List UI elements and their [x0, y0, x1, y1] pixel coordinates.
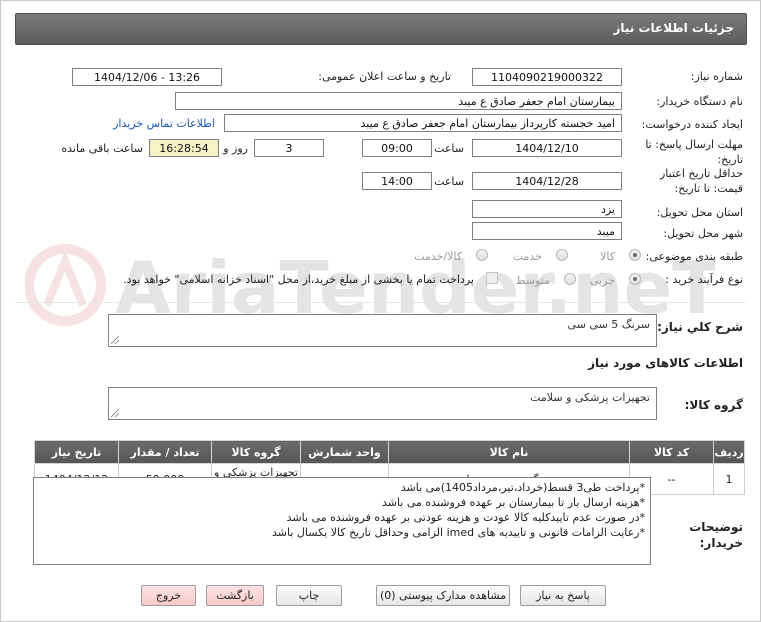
- announce-datetime-field: 1404/12/06 - 13:26: [72, 68, 222, 86]
- creator-field: امید خجسته کارپرداز بیمارستان امام جعفر …: [224, 114, 622, 132]
- announce-label: تاریخ و ساعت اعلان عمومی:: [318, 70, 451, 83]
- description-textarea[interactable]: سرنگ 5 سی سی: [108, 314, 657, 347]
- goods-group-label: گروه کالا:: [684, 398, 743, 412]
- goods-table-header-row: ردیف کد کالا نام کالا واحد شمارش گروه کا…: [34, 440, 745, 464]
- days-label: روز و: [223, 142, 248, 155]
- column-header-row-number: ردیف: [713, 440, 745, 464]
- days-field: 3: [254, 139, 324, 157]
- need-number-field: 1104090219000322: [472, 68, 622, 86]
- creator-label: ایجاد کننده درخواست:: [641, 118, 743, 131]
- city-label: شهر محل تحویل:: [663, 227, 743, 240]
- print-button[interactable]: چاپ: [276, 585, 342, 606]
- validity-date-field: 1404/12/28: [472, 172, 622, 190]
- process-radio-medium[interactable]: [564, 273, 576, 285]
- category-option-goods: کالا: [600, 250, 615, 263]
- treasury-payment-checkbox[interactable]: [486, 272, 498, 284]
- category-label: طبقه بندی موضوعی:: [645, 250, 743, 263]
- section-divider: [15, 302, 746, 303]
- need-number-label: شماره نیاز:: [690, 70, 743, 83]
- notes-label-line2: خریدار:: [699, 536, 743, 550]
- goods-group-textarea[interactable]: تجهیزات پزشکی و سلامت: [108, 387, 657, 420]
- deadline-label-line2: تاریخ:: [717, 153, 743, 166]
- notes-line: *هزینه ارسال بار تا بیمارستان بر عهده فر…: [381, 496, 645, 509]
- column-header-need-date: تاریخ نیاز: [34, 440, 119, 464]
- goods-group-text: تجهیزات پزشکی و سلامت: [530, 391, 650, 404]
- column-header-name: نام کالا: [388, 440, 630, 464]
- back-button[interactable]: بازگشت: [206, 585, 264, 606]
- description-text: سرنگ 5 سی سی: [567, 318, 650, 331]
- buyer-contact-link[interactable]: اطلاعات تماس خریدار: [113, 117, 215, 130]
- category-option-goods-service: کالا/خدمت: [414, 250, 462, 263]
- remaining-time-label: ساعت باقی مانده: [61, 142, 143, 155]
- category-radio-goods-service[interactable]: [476, 249, 488, 261]
- notes-line: *رعایت الزامات قانونی و تاییدیه های imed…: [272, 526, 645, 539]
- process-label: نوع فرآیند خرید :: [665, 273, 743, 286]
- column-header-quantity: تعداد / مقدار: [118, 440, 212, 464]
- description-label: شرح کلي نياز:: [657, 320, 743, 334]
- goods-info-title: اطلاعات کالاهای مورد نیاز: [588, 356, 743, 370]
- treasury-payment-note: پرداخت تمام یا بخشی از مبلغ خرید،از محل …: [123, 273, 474, 286]
- category-radio-service[interactable]: [556, 249, 568, 261]
- province-field: یزد: [472, 200, 622, 218]
- deadline-time-field: 09:00: [362, 139, 432, 157]
- process-option-medium: متوسط: [515, 274, 550, 287]
- validity-time-field: 14:00: [362, 172, 432, 190]
- category-option-service: خدمت: [512, 250, 542, 263]
- deadline-label-line1: مهلت ارسال پاسخ: تا: [645, 138, 743, 151]
- exit-button[interactable]: خروج: [141, 585, 196, 606]
- page-header: جزئیات اطلاعات نیاز: [15, 13, 747, 45]
- category-radio-goods[interactable]: [629, 249, 641, 261]
- deadline-date-field: 1404/12/10: [472, 139, 622, 157]
- buyer-notes-textarea[interactable]: *پرداخت طی3 قسط(خرداد،تیر،مرداد1405)می ب…: [33, 477, 651, 565]
- resize-grip-icon[interactable]: [111, 336, 119, 344]
- view-attachments-button[interactable]: مشاهده مدارک پیوستی (0): [376, 585, 510, 606]
- province-label: استان محل تحویل:: [656, 206, 743, 219]
- buyer-org-field: بیمارستان امام جعفر صادق ع میبد: [175, 92, 622, 110]
- reply-to-need-button[interactable]: پاسخ به نیاز: [520, 585, 606, 606]
- notes-line: *پرداخت طی3 قسط(خرداد،تیر،مرداد1405)می ب…: [400, 481, 645, 494]
- process-radio-minor[interactable]: [629, 273, 641, 285]
- city-field: میبد: [472, 222, 622, 240]
- validity-label-line1: حداقل تاریخ اعتبار: [659, 167, 743, 180]
- notes-line: *در صورت عدم تاییدکلیه کالا عودت و هزینه…: [286, 511, 645, 524]
- column-header-group: گروه کالا: [211, 440, 301, 464]
- notes-label-line1: توضیحات: [689, 520, 743, 534]
- validity-label-line2: قیمت: تا تاریخ:: [674, 182, 743, 195]
- remaining-time-field: 16:28:54: [149, 139, 219, 157]
- page-title: جزئیات اطلاعات نیاز: [613, 21, 734, 35]
- deadline-time-label: ساعت: [434, 142, 464, 155]
- resize-grip-icon[interactable]: [111, 409, 119, 417]
- buyer-org-label: نام دستگاه خریدار:: [656, 95, 743, 108]
- process-option-minor: جزیی: [589, 274, 615, 287]
- column-header-unit: واحد شمارش: [300, 440, 389, 464]
- cell-row-number: 1: [713, 463, 745, 495]
- column-header-code: کد کالا: [629, 440, 714, 464]
- validity-time-label: ساعت: [434, 175, 464, 188]
